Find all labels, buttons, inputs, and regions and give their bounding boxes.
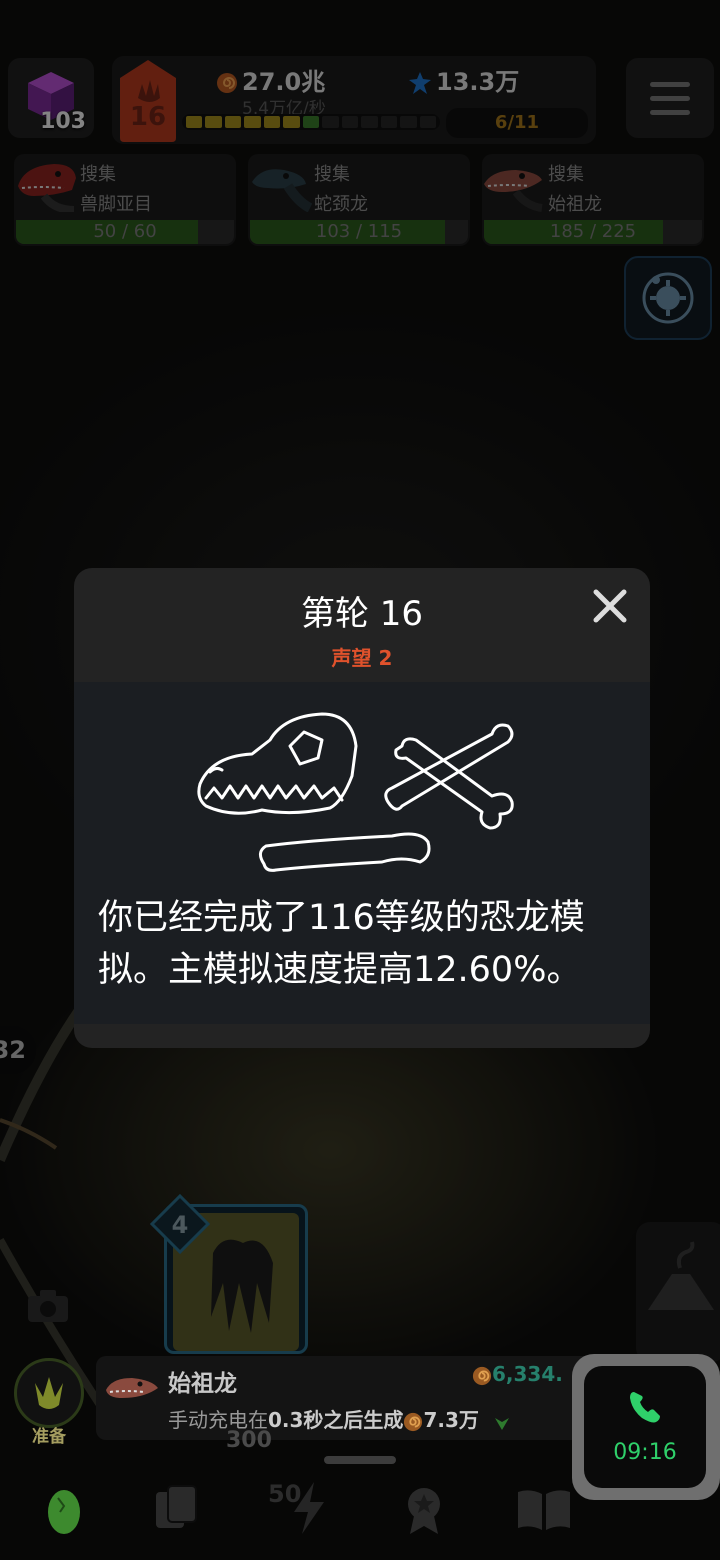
dino-info-bar[interactable]: 始祖龙 6,334. 手动充电在0.3秒之后生成 7.3万 bbox=[96, 1356, 594, 1440]
dino-footprint-icon bbox=[35, 1377, 63, 1409]
ready-button[interactable] bbox=[14, 1358, 84, 1428]
call-time: 09:16 bbox=[613, 1440, 677, 1465]
energy-count: 50 bbox=[268, 1480, 302, 1508]
crystal-cost: 300 bbox=[226, 1428, 272, 1453]
charge-info: 手动充电在0.3秒之后生成 7.3万 bbox=[168, 1404, 513, 1433]
ready-label: 准备 bbox=[32, 1427, 66, 1447]
fossil-skull-bones-icon bbox=[197, 712, 514, 872]
tab-cards[interactable] bbox=[146, 1478, 206, 1538]
dialog-body: 你已经完成了116等级的恐龙模拟。主模拟速度提高12.60%。 bbox=[74, 682, 650, 1024]
leaf-icon bbox=[495, 1417, 510, 1430]
tab-achievements-medal-icon[interactable] bbox=[394, 1478, 454, 1538]
round-complete-dialog: 第轮 16 声望 2 你已经完成了116等级的恐龙模拟。主模拟速度提高12.60… bbox=[74, 568, 650, 1048]
charge-amount: 7.3万 bbox=[423, 1408, 479, 1432]
dialog-subtitle: 声望 2 bbox=[331, 646, 393, 670]
tab-book-icon[interactable] bbox=[514, 1478, 574, 1538]
dialog-title: 第轮 16 bbox=[300, 594, 424, 634]
dino-name: 始祖龙 bbox=[168, 1371, 237, 1397]
phone-icon bbox=[630, 1392, 660, 1423]
archaeopteryx-icon bbox=[106, 1378, 158, 1398]
close-icon[interactable] bbox=[590, 586, 630, 626]
call-widget[interactable]: 09:16 bbox=[572, 1354, 720, 1500]
spiral-fossil-icon bbox=[404, 1412, 423, 1431]
tab-egg[interactable] bbox=[34, 1478, 94, 1538]
dialog-message: 你已经完成了116等级的恐龙模拟。主模拟速度提高12.60%。 bbox=[98, 898, 585, 990]
call-widget-inner: 09:16 bbox=[584, 1366, 706, 1488]
dino-value-text: 6,334. bbox=[492, 1362, 563, 1386]
dino-value: 6,334. bbox=[472, 1362, 563, 1386]
charge-time: 0.3秒之后生成 bbox=[268, 1408, 404, 1432]
drawer-handle[interactable] bbox=[324, 1456, 396, 1464]
spiral-fossil-icon bbox=[472, 1366, 492, 1385]
